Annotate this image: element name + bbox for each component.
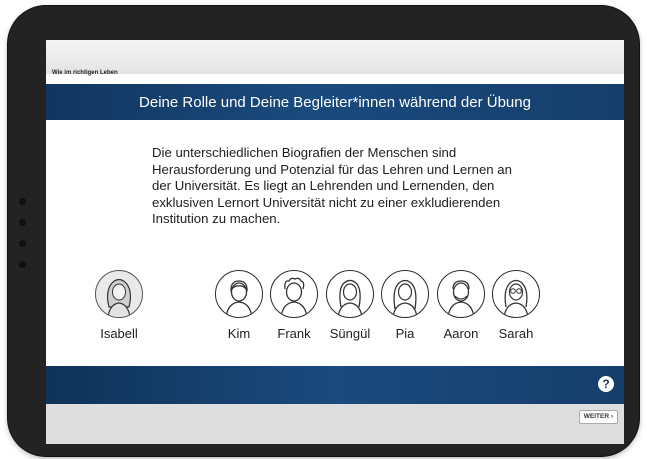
next-button[interactable]: WEITER ›	[578, 410, 618, 424]
tablet-frame: Wie im richtigen Leben Deine Rolle und D…	[8, 6, 639, 456]
help-button[interactable]: ?	[598, 376, 614, 392]
tablet-side-buttons	[19, 198, 29, 288]
man-beard-icon	[437, 270, 485, 318]
woman-glasses-icon	[492, 270, 540, 318]
woman-long-hair-icon	[95, 270, 143, 318]
character-isabell[interactable]: Isabell	[84, 270, 154, 341]
intro-text: Die unterschiedlichen Biografien der Men…	[152, 145, 512, 226]
character-name: Sarah	[498, 326, 534, 341]
top-bar	[46, 40, 624, 74]
breadcrumb: Wie im richtigen Leben	[52, 70, 118, 76]
person-short-hair-icon	[215, 270, 263, 318]
character-name: Isabell	[100, 326, 138, 341]
app-screen: Wie im richtigen Leben Deine Rolle und D…	[46, 40, 624, 444]
woman-long-hair-icon	[381, 270, 429, 318]
character-selection: Isabell Kim Frank Süngül Pia Aaron Sarah	[46, 270, 624, 360]
footer: WEITER ›	[46, 404, 624, 444]
title-bar: Deine Rolle und Deine Begleiter*innen wä…	[46, 84, 624, 120]
character-sarah[interactable]: Sarah	[481, 270, 551, 341]
man-curly-hair-icon	[270, 270, 318, 318]
page-title: Deine Rolle und Deine Begleiter*innen wä…	[139, 93, 531, 111]
woman-long-hair-icon	[326, 270, 374, 318]
bottom-bar: ?	[46, 366, 624, 404]
